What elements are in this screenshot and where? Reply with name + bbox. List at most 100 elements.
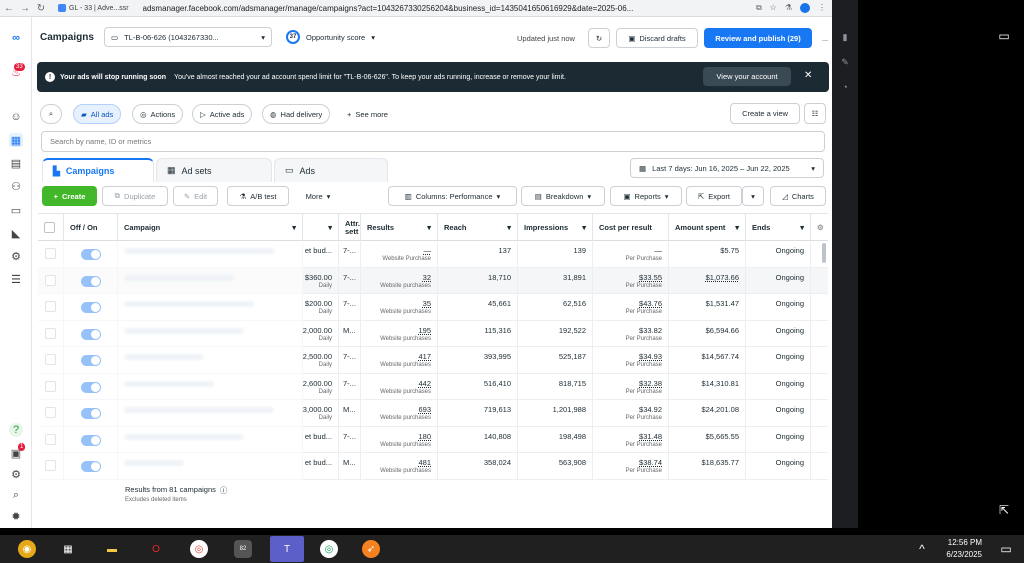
create-view-button[interactable]: Create a view (730, 103, 800, 124)
table-scrollbar[interactable] (822, 243, 826, 263)
header-impressions[interactable]: Impressions ▾ (518, 214, 593, 241)
browser-app-icon[interactable]: ◉ (18, 540, 36, 558)
filter-had-delivery[interactable]: ◍ Had delivery (262, 104, 331, 124)
notification-center-icon[interactable]: ▭ (996, 539, 1016, 559)
ads-megaphone-icon[interactable]: ◣ (9, 226, 23, 240)
all-tools-menu-icon[interactable]: ☰ (9, 272, 23, 286)
edit-button[interactable]: ✎ Edit (173, 186, 218, 206)
audiences-icon[interactable]: ⚇ (9, 179, 23, 193)
extension-icon[interactable]: ⚗ (785, 3, 792, 13)
teams-icon[interactable]: T (270, 536, 304, 562)
tab-campaigns[interactable]: ▙ Campaigns (42, 158, 154, 182)
review-and-publish-button[interactable]: Review and publish (29) (704, 28, 812, 48)
billing-icon[interactable]: ▭ (9, 203, 23, 217)
results-value[interactable]: 442 (418, 379, 431, 388)
app-icon[interactable]: ➶ (362, 540, 380, 558)
system-clock[interactable]: 12:56 PM 6/23/2025 (938, 537, 982, 561)
select-all-checkbox[interactable] (44, 222, 55, 233)
opportunity-score[interactable]: 37 Opportunity score ▾ (286, 30, 375, 44)
view-account-button[interactable]: View your account (703, 67, 791, 86)
cost-value[interactable]: $32.38 (639, 379, 662, 388)
close-icon[interactable]: ✕ (804, 70, 812, 81)
cast-icon[interactable]: ⧉ (756, 3, 762, 13)
tab-ad-sets[interactable]: ▦ Ad sets (156, 158, 272, 182)
chrome-icon[interactable]: ◎ (190, 540, 208, 558)
browser-menu-icon[interactable]: ⋮ (818, 3, 826, 13)
export-dropdown-button[interactable]: ▾ (742, 186, 764, 206)
bug-report-icon[interactable]: ✹ (9, 509, 23, 523)
results-value[interactable]: — (424, 246, 432, 255)
file-explorer-icon[interactable]: ▬ (103, 540, 121, 558)
help-icon[interactable]: ? (9, 423, 23, 437)
breakdown-button[interactable]: ▤ Breakdown ▾ (521, 186, 605, 206)
refresh-button[interactable]: ↻ (588, 28, 610, 48)
results-value[interactable]: 693 (418, 405, 431, 414)
business-tools-icon[interactable]: ⚙ (9, 249, 23, 263)
tab-ads[interactable]: ▭ Ads (274, 158, 388, 182)
header-cost-per-result[interactable]: Cost per result (593, 214, 669, 241)
duplicate-button[interactable]: ⧉ Duplicate (102, 186, 168, 206)
reload-icon[interactable]: ↻ (36, 3, 46, 14)
header-campaign[interactable]: Campaign ▾ (118, 214, 303, 241)
cost-value[interactable]: $31.48 (639, 432, 662, 441)
export-button[interactable]: ⇱ Export (686, 186, 742, 206)
results-value[interactable]: 35 (423, 299, 431, 308)
pencil-icon[interactable]: ✎ (840, 57, 850, 67)
back-icon[interactable]: ← (4, 3, 14, 14)
header-reach[interactable]: Reach ▾ (438, 214, 518, 241)
charts-button[interactable]: ◿ Charts (770, 186, 826, 206)
popout-icon[interactable]: ⇱ (994, 500, 1014, 520)
cost-value[interactable]: $33.82 (639, 326, 662, 335)
settings-gear-icon[interactable]: ⚙ (9, 467, 23, 481)
results-value[interactable]: 32 (423, 273, 431, 282)
header-amount-spent[interactable]: Amount spent ▾ (669, 214, 746, 241)
results-value[interactable]: 417 (418, 352, 431, 361)
monitor-icon[interactable]: ▭ (994, 26, 1014, 46)
search-filter-button[interactable]: ⌕ (40, 104, 62, 124)
header-results[interactable]: Results ▾ (361, 214, 438, 241)
address-bar[interactable]: adsmanager.facebook.com/adsmanager/manag… (143, 4, 750, 13)
cost-value[interactable]: — (655, 246, 663, 255)
history-icon[interactable]: ◔ (840, 82, 850, 92)
ad-account-selector[interactable]: ▭ TL-B-06-626 (1043267330... ▾ (104, 27, 272, 47)
filter-actions[interactable]: ◎ Actions (132, 104, 184, 124)
create-button[interactable]: + Create (42, 186, 97, 206)
cost-value[interactable]: $38.74 (639, 458, 662, 467)
reports-button[interactable]: ▣ Reports ▾ (610, 186, 682, 206)
view-settings-button[interactable]: ☷ (804, 103, 826, 124)
columns-button[interactable]: ▥ Columns: Performance ▾ (388, 186, 517, 206)
cost-value[interactable]: $34.92 (639, 405, 662, 414)
search-input[interactable]: Search by name, ID or metrics (41, 131, 825, 152)
campaigns-table-icon[interactable]: ▦ (9, 133, 23, 147)
analytics-icon[interactable]: ▮ (840, 32, 850, 42)
forward-icon[interactable]: → (20, 3, 30, 14)
column-settings-icon[interactable]: ⚙ (811, 214, 828, 241)
cost-value[interactable]: $34.93 (639, 352, 662, 361)
opera-icon[interactable]: O (147, 540, 165, 558)
store-icon[interactable]: ▦ (59, 540, 77, 558)
results-value[interactable]: 195 (418, 326, 431, 335)
meta-logo-icon[interactable]: ∞ (9, 31, 23, 45)
results-value[interactable]: 180 (418, 432, 431, 441)
info-icon[interactable]: ⓘ (220, 485, 228, 496)
filter-all-ads[interactable]: ▰ All ads (73, 104, 122, 124)
see-more-filters[interactable]: + See more (340, 104, 395, 124)
pages-icon[interactable]: ▤ (9, 156, 23, 170)
chrome-profile-icon[interactable]: ◎ (320, 540, 338, 558)
cost-value[interactable]: $43.76 (639, 299, 662, 308)
filter-active-ads[interactable]: ▷ Active ads (192, 104, 253, 124)
profile-avatar[interactable] (800, 3, 810, 13)
more-options-button[interactable]: ... (818, 28, 832, 48)
ab-test-button[interactable]: ⚗ A/B test (227, 186, 289, 206)
discard-drafts-button[interactable]: ▣ Discard drafts (616, 28, 698, 48)
dashboard-icon[interactable]: ☺ (9, 110, 23, 124)
chevron-up-icon[interactable]: ^ (912, 539, 932, 559)
cost-value[interactable]: $33.55 (639, 273, 662, 282)
header-attribution[interactable]: Attr. sett (339, 214, 361, 241)
app-with-badge-icon[interactable]: 82 (234, 540, 252, 558)
header-budget[interactable]: ▾ (303, 214, 339, 241)
results-value[interactable]: 481 (418, 458, 431, 467)
browser-tab[interactable]: GL - 33 | Adve...ssr (58, 4, 129, 12)
header-ends[interactable]: Ends ▾ (746, 214, 811, 241)
search-nav-icon[interactable]: ⌕ (9, 488, 23, 502)
